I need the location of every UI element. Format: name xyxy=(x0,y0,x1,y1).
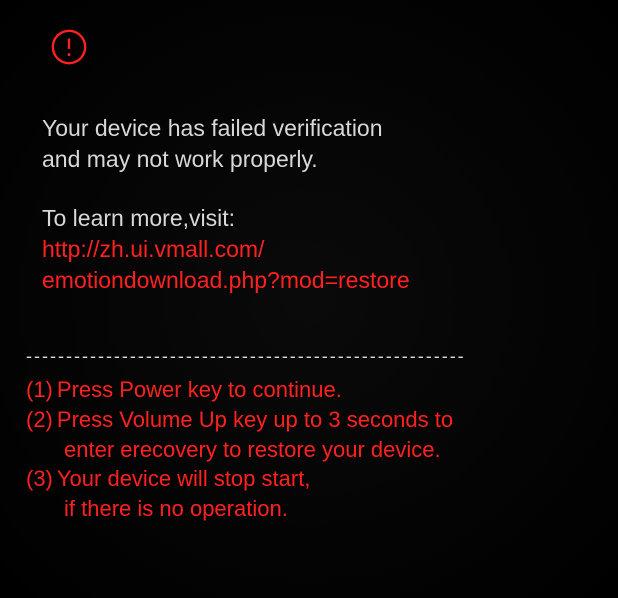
instruction-text: Press Power key to continue. xyxy=(53,375,342,405)
learn-more-block: To learn more,visit: http://zh.ui.vmall.… xyxy=(42,203,576,296)
instruction-2-continuation: enter erecovery to restore your device. xyxy=(26,435,576,465)
warning-line-2: and may not work properly. xyxy=(42,144,576,175)
instructions-list: (1) Press Power key to continue. (2) Pre… xyxy=(26,375,576,523)
warning-icon xyxy=(50,28,576,71)
learn-more-label: To learn more,visit: xyxy=(42,203,576,234)
url-line-2: emotiondownload.php?mod=restore xyxy=(42,265,576,296)
instruction-num: (1) xyxy=(26,375,53,405)
instruction-text: Press Volume Up key up to 3 seconds to xyxy=(53,405,453,435)
instruction-text: Your device will stop start, xyxy=(53,464,311,494)
instruction-3: (3) Your device will stop start, xyxy=(26,464,576,494)
instruction-num: (3) xyxy=(26,464,53,494)
instruction-1: (1) Press Power key to continue. xyxy=(26,375,576,405)
instruction-num: (2) xyxy=(26,405,53,435)
separator-line: ----------------------------------------… xyxy=(26,346,576,367)
instruction-2: (2) Press Volume Up key up to 3 seconds … xyxy=(26,405,576,435)
verification-failed-message: Your device has failed verification and … xyxy=(42,113,576,175)
instruction-3-continuation: if there is no operation. xyxy=(26,494,576,524)
warning-line-1: Your device has failed verification xyxy=(42,113,576,144)
url-line-1: http://zh.ui.vmall.com/ xyxy=(42,234,576,265)
learn-more-url: http://zh.ui.vmall.com/ emotiondownload.… xyxy=(42,234,576,296)
